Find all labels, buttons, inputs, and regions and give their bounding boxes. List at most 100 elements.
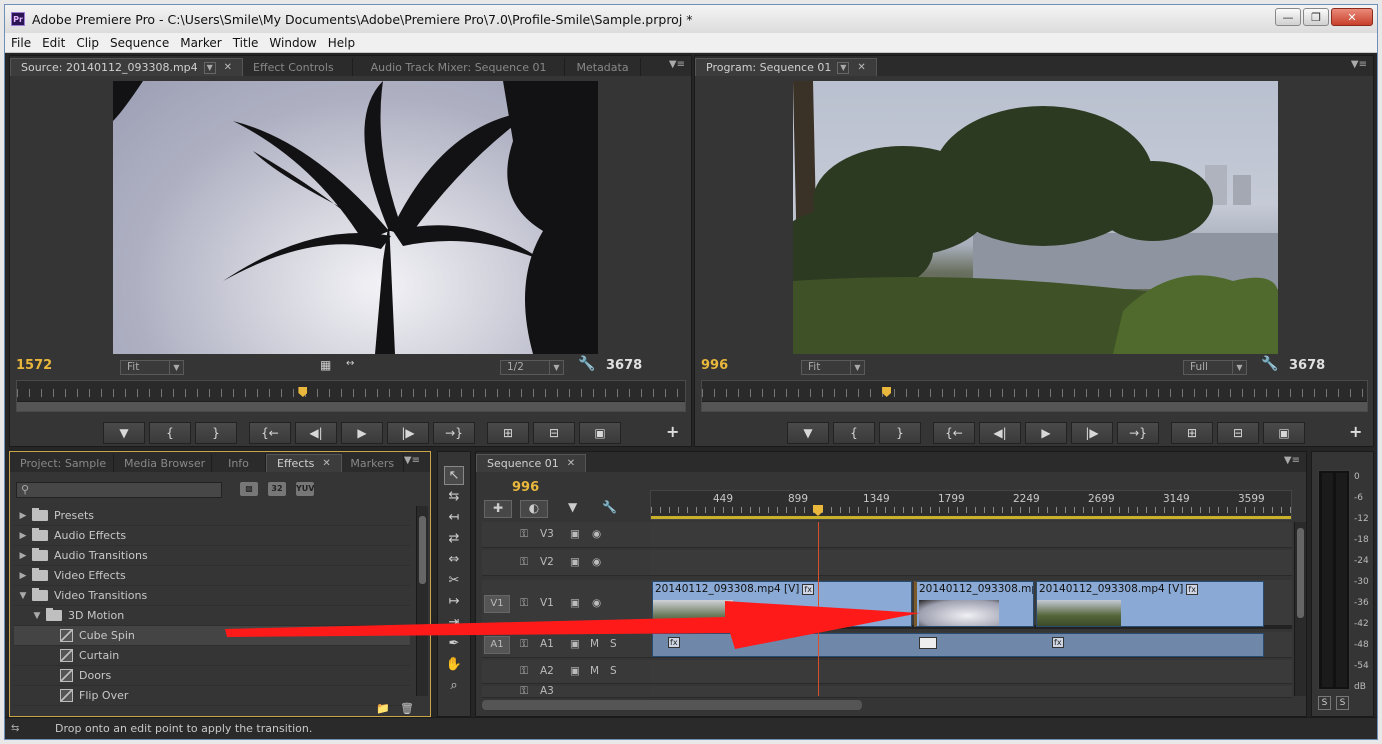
rate-stretch-icon[interactable]: ⇔ [444,550,464,569]
close-icon[interactable]: ✕ [224,62,232,73]
tab-metadata[interactable]: Metadata [565,58,642,76]
sync-lock-icon[interactable]: ▣ [570,556,580,568]
marker-icon[interactable]: ▼ [787,422,829,444]
new-bin-icon[interactable]: 📁 [376,702,390,715]
lock-track-icon[interactable]: ⚿ [520,556,528,569]
track-label[interactable]: V2 [540,556,554,568]
menu-title[interactable]: Title [233,36,259,50]
track-select-icon[interactable]: ⇆ [444,487,464,506]
linked-selection-icon[interactable]: ◐ [520,500,548,518]
step-forward-icon[interactable]: |▶ [387,422,429,444]
effects-tree-item[interactable]: Doors [14,666,410,686]
timeline-timecode[interactable]: 996 [512,480,539,495]
menu-edit[interactable]: Edit [42,36,65,50]
toggle-output-eye-icon[interactable]: ◉ [592,528,601,540]
track-lane[interactable] [650,686,1292,698]
mark-in-icon[interactable]: { [833,422,875,444]
source-dropdown-icon[interactable]: ▼ [203,61,216,74]
menu-file[interactable]: File [11,36,31,50]
work-area-bar[interactable] [651,516,1291,519]
export-frame-icon[interactable]: ▣ [579,422,621,444]
tab-info[interactable]: Info [212,454,266,472]
tab-sequence[interactable]: Sequence 01 ✕ [476,454,587,472]
solo-right-button[interactable]: S [1336,696,1349,710]
track-label[interactable]: A2 [540,665,554,677]
source-time-ruler[interactable] [16,380,686,412]
program-dropdown-icon[interactable]: ▼ [837,61,850,74]
yuv-effects-icon[interactable]: YUV [296,482,314,496]
add-marker-icon[interactable]: ▼ [568,500,577,514]
program-resolution-select[interactable]: Full ▼ [1183,360,1247,375]
export-frame-icon[interactable]: ▣ [1263,422,1305,444]
step-forward-icon[interactable]: |▶ [1071,422,1113,444]
close-icon[interactable]: ✕ [567,458,575,469]
step-back-icon[interactable]: ◀| [295,422,337,444]
effects-tree-item[interactable]: ▶ Audio Transitions [14,546,410,566]
track-label[interactable]: V3 [540,528,554,540]
tab-project[interactable]: Project: Sample [10,454,114,472]
wrench-icon[interactable]: 🔧 [1261,356,1278,372]
track-lane[interactable] [650,522,1292,548]
collapsed-triangle-icon[interactable]: ▶ [18,571,28,581]
lock-track-icon[interactable]: ⚿ [520,685,528,698]
source-resolution-select[interactable]: 1/2 ▼ [500,360,564,375]
hand-icon[interactable]: ✋ [444,655,464,674]
selection-tool-icon[interactable]: ↖ [444,466,464,485]
drag-audio-icon[interactable]: ↔ [346,358,354,369]
step-back-icon[interactable]: ◀| [979,422,1021,444]
timeline-clip-v1-3[interactable]: 20140112_093308.mp4 [V] fx [1036,581,1264,627]
overwrite-icon[interactable]: ⊟ [533,422,575,444]
timeline-scrollbar-h[interactable] [482,700,862,710]
program-zoom-scrollbar[interactable] [702,401,1367,411]
overwrite-icon[interactable]: ⊟ [1217,422,1259,444]
effects-search-input[interactable]: ⚲ [16,482,222,498]
source-timecode-in[interactable]: 1572 [16,358,52,373]
wrench-icon[interactable]: 🔧 [578,356,595,372]
expanded-triangle-icon[interactable]: ▼ [32,611,42,621]
track-label[interactable]: A3 [540,685,554,697]
menu-sequence[interactable]: Sequence [110,36,169,50]
track-lane[interactable] [650,660,1292,684]
tab-markers[interactable]: Markers [342,454,404,472]
tab-media-browser[interactable]: Media Browser [114,454,212,472]
tab-source[interactable]: Source: 20140112_093308.mp4 ▼ ✕ [10,58,244,76]
rolling-edit-icon[interactable]: ⇄ [444,529,464,548]
collapsed-triangle-icon[interactable]: ▶ [18,531,28,541]
program-zoom-select[interactable]: Fit ▼ [801,360,865,375]
mark-out-icon[interactable]: } [879,422,921,444]
insert-icon[interactable]: ⊞ [1171,422,1213,444]
solo-left-button[interactable]: S [1318,696,1331,710]
insert-icon[interactable]: ⊞ [487,422,529,444]
effects-tree-item[interactable]: ▶ Audio Effects [14,526,410,546]
minimize-button[interactable]: — [1275,8,1301,26]
close-button[interactable]: ✕ [1331,8,1373,26]
button-editor-plus-icon[interactable]: + [666,422,679,441]
snap-icon[interactable]: ✚ [484,500,512,518]
solo-track-button[interactable]: S [610,665,617,677]
go-to-out-icon[interactable]: →} [1117,422,1159,444]
delete-icon[interactable]: 🗑 [400,702,414,715]
collapsed-triangle-icon[interactable]: ▶ [18,511,28,521]
source-zoom-select[interactable]: Fit ▼ [120,360,184,375]
sync-lock-icon[interactable]: ▣ [570,528,580,540]
go-to-in-icon[interactable]: {← [249,422,291,444]
lock-track-icon[interactable]: ⚿ [520,528,528,541]
menu-clip[interactable]: Clip [76,36,99,50]
menu-help[interactable]: Help [328,36,355,50]
tab-effects[interactable]: Effects ✕ [266,454,342,472]
panel-menu-icon[interactable]: ▼≡ [404,455,420,466]
drag-video-icon[interactable]: ▦ [320,358,331,372]
tab-effect-controls[interactable]: Effect Controls [243,58,354,76]
play-icon[interactable]: ▶ [1025,422,1067,444]
play-icon[interactable]: ▶ [341,422,383,444]
tab-program[interactable]: Program: Sequence 01 ▼ ✕ [695,58,877,76]
ripple-edit-icon[interactable]: ↤ [444,508,464,527]
close-icon[interactable]: ✕ [322,458,330,469]
expanded-triangle-icon[interactable]: ▼ [18,591,28,601]
toggle-output-eye-icon[interactable]: ◉ [592,556,601,568]
timeline-settings-wrench-icon[interactable]: 🔧 [602,500,617,514]
tab-audio-track-mixer[interactable]: Audio Track Mixer: Sequence 01 [353,58,566,76]
panel-menu-icon[interactable]: ▼≡ [669,59,685,70]
32-bit-effects-icon[interactable]: 32 [268,482,286,496]
timeline-scrollbar-v[interactable] [1294,522,1306,696]
